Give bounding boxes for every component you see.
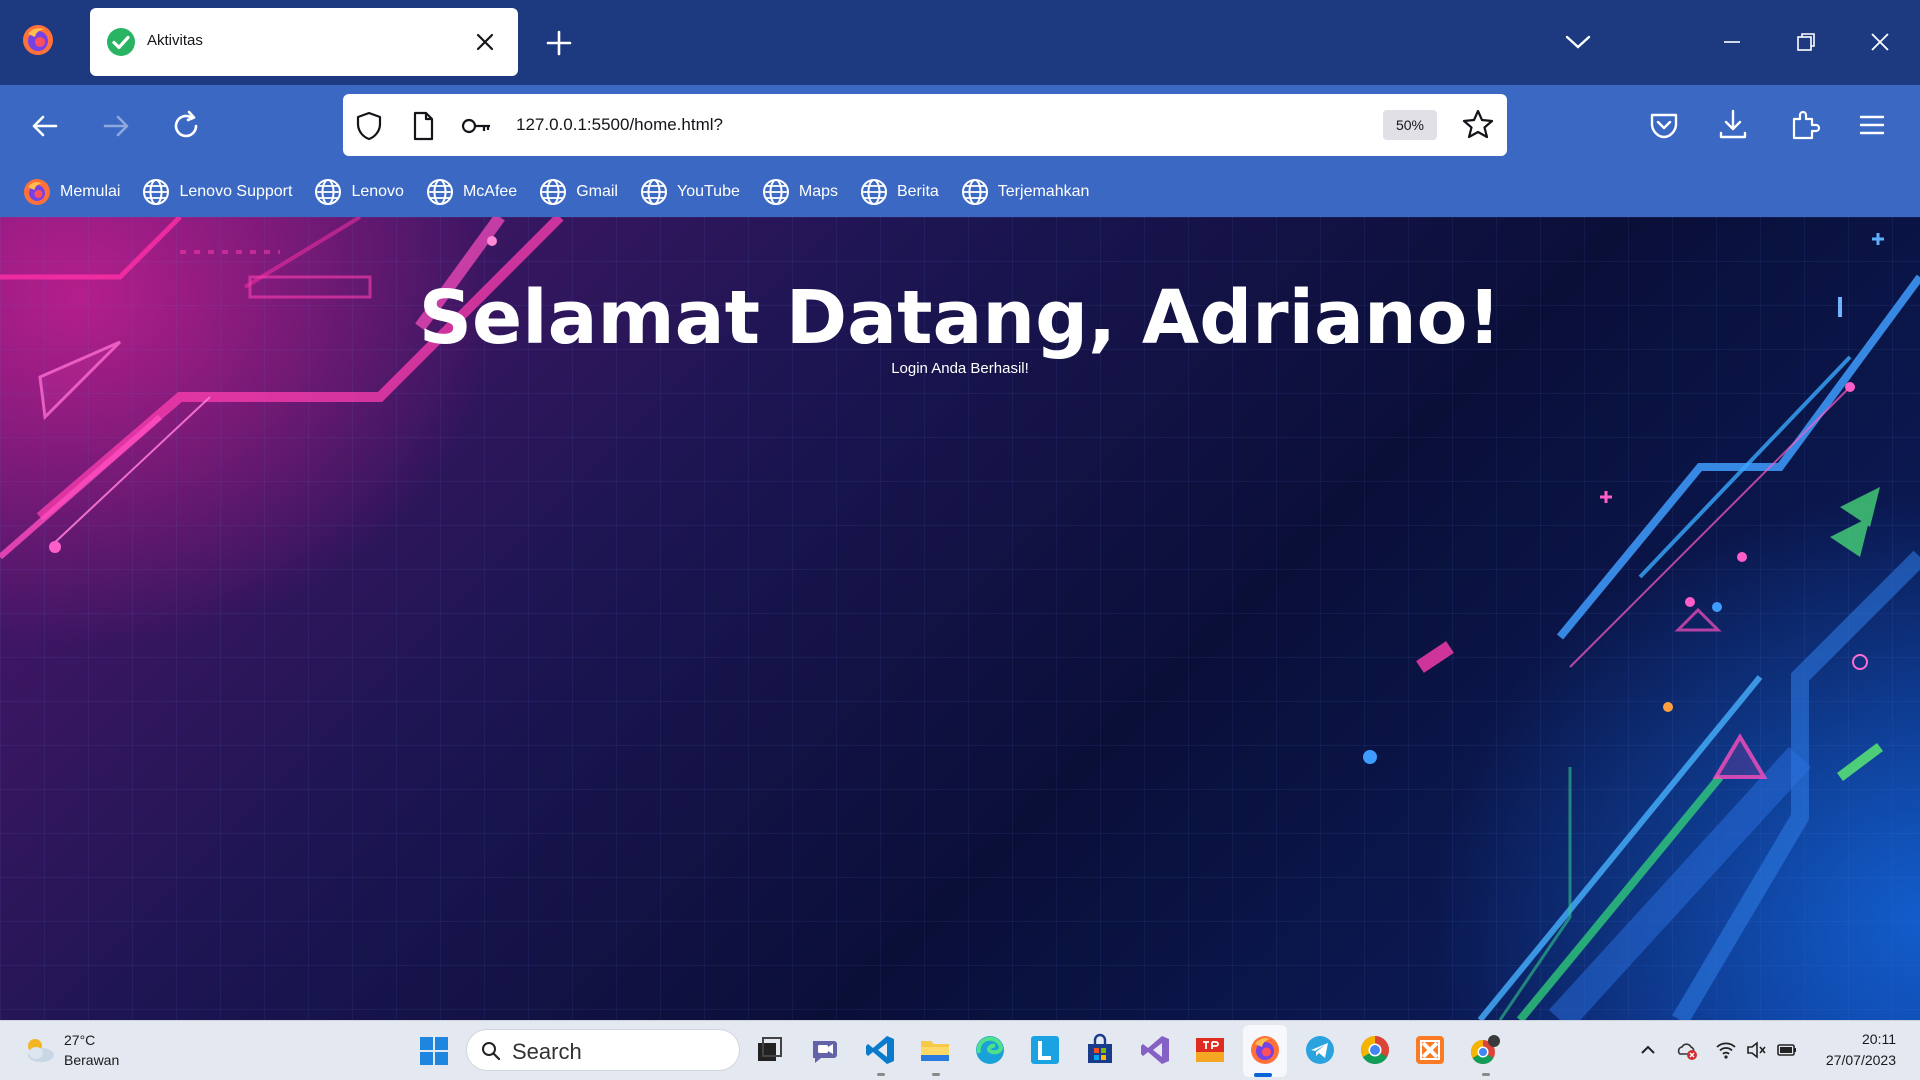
running-indicator xyxy=(932,1073,940,1076)
clock-date[interactable]: 27/07/2023 xyxy=(1826,1052,1896,1068)
globe-icon xyxy=(762,179,789,205)
hamburger-menu-icon[interactable] xyxy=(1854,107,1890,143)
globe-icon xyxy=(640,179,667,205)
welcome-heading: Selamat Datang, Adriano! xyxy=(418,275,1502,361)
running-indicator xyxy=(877,1073,885,1076)
bookmark-label: Lenovo Support xyxy=(179,183,293,200)
bookmark-terjemahkan[interactable]: Terjemahkan xyxy=(960,177,1090,207)
teams-chat-icon[interactable] xyxy=(808,1033,842,1067)
bookmark-label: McAfee xyxy=(462,183,518,200)
bookmark-berita[interactable]: Berita xyxy=(859,177,939,207)
weather-condition[interactable]: Berawan xyxy=(64,1052,119,1068)
bookmarks-toolbar: Memulai Lenovo Support Lenovo McAfee Gma… xyxy=(0,167,1920,217)
visual-studio-icon[interactable] xyxy=(1138,1033,1172,1067)
edge-icon[interactable] xyxy=(973,1033,1007,1067)
microsoft-store-icon[interactable] xyxy=(1083,1033,1117,1067)
file-explorer-icon[interactable] xyxy=(918,1033,952,1067)
navigation-toolbar: 127.0.0.1:5500/home.html? 50% xyxy=(0,85,1920,167)
chevron-down-icon[interactable] xyxy=(1564,32,1592,52)
chevron-up-icon[interactable] xyxy=(1637,1039,1659,1061)
bookmark-youtube[interactable]: YouTube xyxy=(639,177,740,207)
tab-active[interactable]: Aktivitas xyxy=(90,8,518,76)
speaker-muted-icon[interactable] xyxy=(1745,1039,1767,1061)
tp-app-icon[interactable] xyxy=(1193,1033,1227,1067)
cloudy-weather-icon[interactable] xyxy=(22,1035,56,1065)
firefox-taskbar-icon[interactable] xyxy=(1248,1033,1282,1067)
chrome-icon[interactable] xyxy=(1358,1033,1392,1067)
tab-strip: Aktivitas xyxy=(0,0,1920,85)
telegram-icon[interactable] xyxy=(1303,1033,1337,1067)
firefox-icon xyxy=(24,179,50,205)
bookmark-label: Lenovo xyxy=(351,183,404,200)
back-icon[interactable] xyxy=(28,109,62,143)
bookmark-star-icon[interactable] xyxy=(1460,107,1496,143)
forward-icon[interactable] xyxy=(99,109,133,143)
new-tab-icon[interactable] xyxy=(545,29,573,57)
shield-icon[interactable] xyxy=(353,110,385,142)
bookmark-label: Maps xyxy=(798,183,838,200)
window-close-icon[interactable] xyxy=(1868,30,1892,54)
wifi-icon[interactable] xyxy=(1715,1039,1737,1061)
bookmark-label: YouTube xyxy=(676,183,740,200)
chrome-profile-icon[interactable] xyxy=(1468,1033,1502,1067)
search-label: Search xyxy=(512,1039,582,1064)
taskbar-search-box[interactable]: Search xyxy=(466,1029,740,1071)
globe-icon xyxy=(860,179,887,205)
globe-icon xyxy=(540,179,567,205)
bookmark-label: Terjemahkan xyxy=(997,183,1090,200)
bookmark-label: Memulai xyxy=(60,183,121,200)
task-view-icon[interactable] xyxy=(752,1033,786,1067)
windows-start-icon[interactable] xyxy=(419,1036,449,1066)
page-info-icon[interactable] xyxy=(407,110,439,142)
battery-icon[interactable] xyxy=(1776,1039,1798,1061)
restore-icon[interactable] xyxy=(1794,30,1818,54)
onedrive-error-icon[interactable] xyxy=(1676,1039,1698,1061)
zoom-level-badge[interactable]: 50% xyxy=(1383,110,1437,140)
xampp-icon[interactable] xyxy=(1413,1033,1447,1067)
globe-icon xyxy=(961,179,988,205)
bookmark-maps[interactable]: Maps xyxy=(761,177,838,207)
address-bar[interactable]: 127.0.0.1:5500/home.html? 50% xyxy=(343,94,1507,156)
bookmark-lenovo[interactable]: Lenovo xyxy=(313,177,404,207)
page-content: Selamat Datang, Adriano! Login Anda Berh… xyxy=(0,217,1920,1020)
check-circle-icon xyxy=(107,28,135,56)
active-indicator xyxy=(1254,1073,1272,1077)
minimize-icon[interactable] xyxy=(1720,30,1744,54)
running-indicator xyxy=(1482,1073,1490,1076)
l-app-icon[interactable] xyxy=(1028,1033,1062,1067)
extensions-icon[interactable] xyxy=(1786,107,1822,143)
reload-icon[interactable] xyxy=(169,109,203,143)
tab-title: Aktivitas xyxy=(147,32,203,49)
bookmark-lenovo-support[interactable]: Lenovo Support xyxy=(141,177,292,207)
globe-icon xyxy=(143,179,170,205)
key-icon[interactable] xyxy=(460,110,492,142)
bookmark-mcafee[interactable]: McAfee xyxy=(425,177,517,207)
pocket-icon[interactable] xyxy=(1646,107,1682,143)
firefox-menu-icon[interactable] xyxy=(20,22,56,58)
globe-icon xyxy=(426,179,453,205)
bookmark-label: Gmail xyxy=(576,183,618,200)
vscode-icon[interactable] xyxy=(863,1033,897,1067)
bookmark-gmail[interactable]: Gmail xyxy=(538,177,618,207)
login-success-text: Login Anda Berhasil! xyxy=(891,360,1029,377)
clock-time[interactable]: 20:11 xyxy=(1862,1031,1896,1047)
downloads-icon[interactable] xyxy=(1715,107,1751,143)
url-text[interactable]: 127.0.0.1:5500/home.html? xyxy=(516,115,723,135)
close-tab-icon[interactable] xyxy=(473,30,497,54)
weather-temperature[interactable]: 27°C xyxy=(64,1032,95,1048)
windows-taskbar: 27°C Berawan Search 20:11 27/07/2023 xyxy=(0,1020,1920,1080)
bookmark-memulai[interactable]: Memulai xyxy=(22,177,120,207)
bookmark-label: Berita xyxy=(896,183,939,200)
search-icon xyxy=(482,1042,501,1061)
globe-icon xyxy=(315,179,342,205)
